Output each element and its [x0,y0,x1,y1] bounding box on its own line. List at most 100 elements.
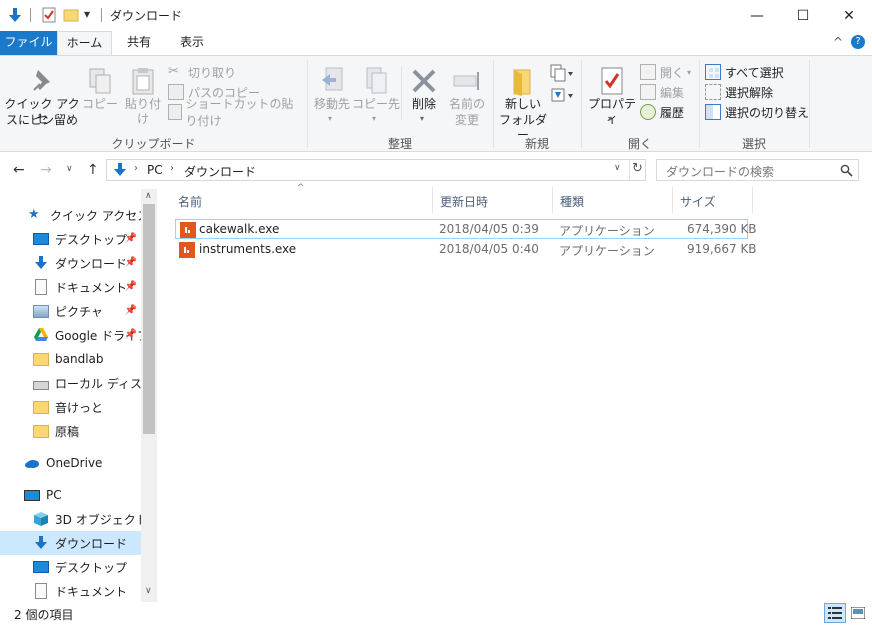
details-view-button[interactable] [824,603,846,623]
nav-3d-objects[interactable]: 3D オブジェクト [0,507,141,531]
breadcrumb-pc[interactable]: PC [147,163,163,177]
nav-quick-access[interactable]: ★ クイック アクセス [0,203,141,227]
divider [30,8,31,22]
paste-shortcut-button[interactable]: ショートカットの貼り付け [168,97,304,128]
nav-pc-downloads[interactable]: ダウンロード [0,531,141,555]
quick-access-dropdown-icon[interactable]: ▾ [84,7,90,21]
open-icon [640,64,656,80]
tab-file[interactable]: ファイル [0,31,57,55]
divider[interactable] [672,187,673,213]
nav-pictures[interactable]: ピクチャ 📌 [0,299,141,323]
nav-genko[interactable]: 原稿 [0,419,141,443]
divider[interactable] [552,187,553,213]
invert-selection-button[interactable]: 選択の切り替え [705,102,809,122]
nav-label: ダウンロード [55,256,128,271]
new-folder-button[interactable]: 新しい フォルダー [498,64,548,142]
address-dropdown-icon[interactable]: ∨ [614,163,621,173]
breadcrumb-chevron-icon[interactable]: › [170,163,174,174]
select-all-button[interactable]: すべて選択 [705,62,809,82]
nav-oto-ketto[interactable]: 音けっと [0,395,141,419]
edit-label: 編集 [660,85,685,100]
new-item-button[interactable] [550,64,576,86]
address-bar[interactable]: › PC › ダウンロード ∨ ↻ [106,159,646,181]
new-item-icon [550,64,573,82]
nav-bandlab[interactable]: bandlab [0,347,141,371]
nav-label: ドキュメント [55,584,128,599]
minimize-icon: — [750,7,764,24]
new-folder-icon[interactable] [62,6,80,24]
refresh-icon[interactable]: ↻ [632,161,643,176]
pin-to-quick-access-button[interactable]: クイック アクセ スにピン留め [4,64,80,132]
tab-view[interactable]: 表示 [166,31,218,55]
rename-label-line2: 変更 [454,113,479,127]
download-arrow-icon [114,163,126,176]
search-icon[interactable] [840,164,853,177]
properties-check-icon[interactable] [40,6,58,24]
easy-access-button[interactable] [550,86,576,108]
column-header-type[interactable]: 種類 [560,193,584,210]
up-icon[interactable]: ↑ [87,162,99,178]
copy-button[interactable]: コピー [82,64,118,132]
nav-label: OneDrive [46,456,103,470]
delete-x-icon [412,69,436,93]
delete-button[interactable]: 削除 ▾ [404,64,444,132]
nav-pc-desktop[interactable]: デスクトップ [0,555,141,579]
forward-icon[interactable]: → [40,162,52,178]
nav-local-disk[interactable]: ローカル ディスク (F [0,371,141,395]
rename-button[interactable]: 名前の 変更 [446,64,488,132]
scroll-up-icon[interactable]: ∧ [145,191,152,201]
scissors-icon: ✂ [168,64,179,79]
divider[interactable] [752,187,753,213]
nav-pc[interactable]: PC [0,483,141,507]
history-button[interactable]: 履歴 [640,102,700,122]
scrollbar-thumb[interactable] [143,204,155,434]
move-to-button[interactable]: 移動先 ▾ [312,64,352,132]
breadcrumb-chevron-icon[interactable]: › [134,163,138,174]
column-header-name[interactable]: 名前 [178,193,202,210]
computer-icon [24,489,40,501]
nav-pc-documents[interactable]: ドキュメント [0,579,141,603]
tab-home[interactable]: ホーム [57,31,112,56]
help-icon[interactable]: ? [851,35,865,49]
tab-share[interactable]: 共有 [112,31,166,55]
nav-label: ローカル ディスク (F [55,376,141,391]
copy-to-button[interactable]: コピー先 ▾ [352,64,400,132]
close-button[interactable]: ✕ [826,0,872,31]
column-header-size[interactable]: サイズ [680,193,716,210]
minimize-button[interactable]: — [734,0,780,31]
column-header-date[interactable]: 更新日時 [440,193,488,210]
recent-locations-icon[interactable]: ∨ [66,164,73,174]
delete-label: 削除 [411,97,436,111]
search-input[interactable]: ダウンロードの検索 [656,159,859,181]
nav-label: ダウンロード [55,536,128,551]
file-size: 919,667 KB [687,242,757,256]
edit-button[interactable]: 編集 [640,82,700,102]
google-drive-icon [34,328,48,341]
divider [401,66,402,120]
scroll-down-icon[interactable]: ∨ [145,586,152,596]
download-arrow-icon [9,8,21,22]
table-row[interactable]: instruments.exe 2018/04/05 0:40 アプリケーション… [175,240,757,260]
open-button[interactable]: 開く ▾ [640,62,700,82]
select-none-button[interactable]: 選択解除 [705,82,809,102]
paste-button[interactable]: 貼り付け [120,64,166,132]
large-icons-view-button[interactable] [848,603,868,623]
select-none-icon [705,84,721,100]
back-icon[interactable]: ← [13,162,25,178]
cube-icon [34,512,48,526]
maximize-icon: ☐ [796,7,810,24]
nav-desktop[interactable]: デスクトップ 📌 [0,227,141,251]
select-group-label: 選択 [741,137,766,151]
breadcrumb-downloads[interactable]: ダウンロード [184,163,256,180]
cut-button[interactable]: ✂ 切り取り [168,62,304,82]
divider[interactable] [432,187,433,213]
copy-to-icon [366,67,387,94]
nav-google-drive[interactable]: Google ドライブ 📌 [0,323,141,347]
maximize-button[interactable]: ☐ [780,0,826,31]
nav-downloads[interactable]: ダウンロード 📌 [0,251,141,275]
collapse-ribbon-icon[interactable]: ^ [833,35,843,49]
nav-documents[interactable]: ドキュメント 📌 [0,275,141,299]
table-row[interactable]: cakewalk.exe 2018/04/05 0:39 アプリケーション 67… [175,219,757,239]
nav-onedrive[interactable]: OneDrive [0,451,141,475]
properties-button[interactable]: プロパティ ▾ [586,64,638,132]
